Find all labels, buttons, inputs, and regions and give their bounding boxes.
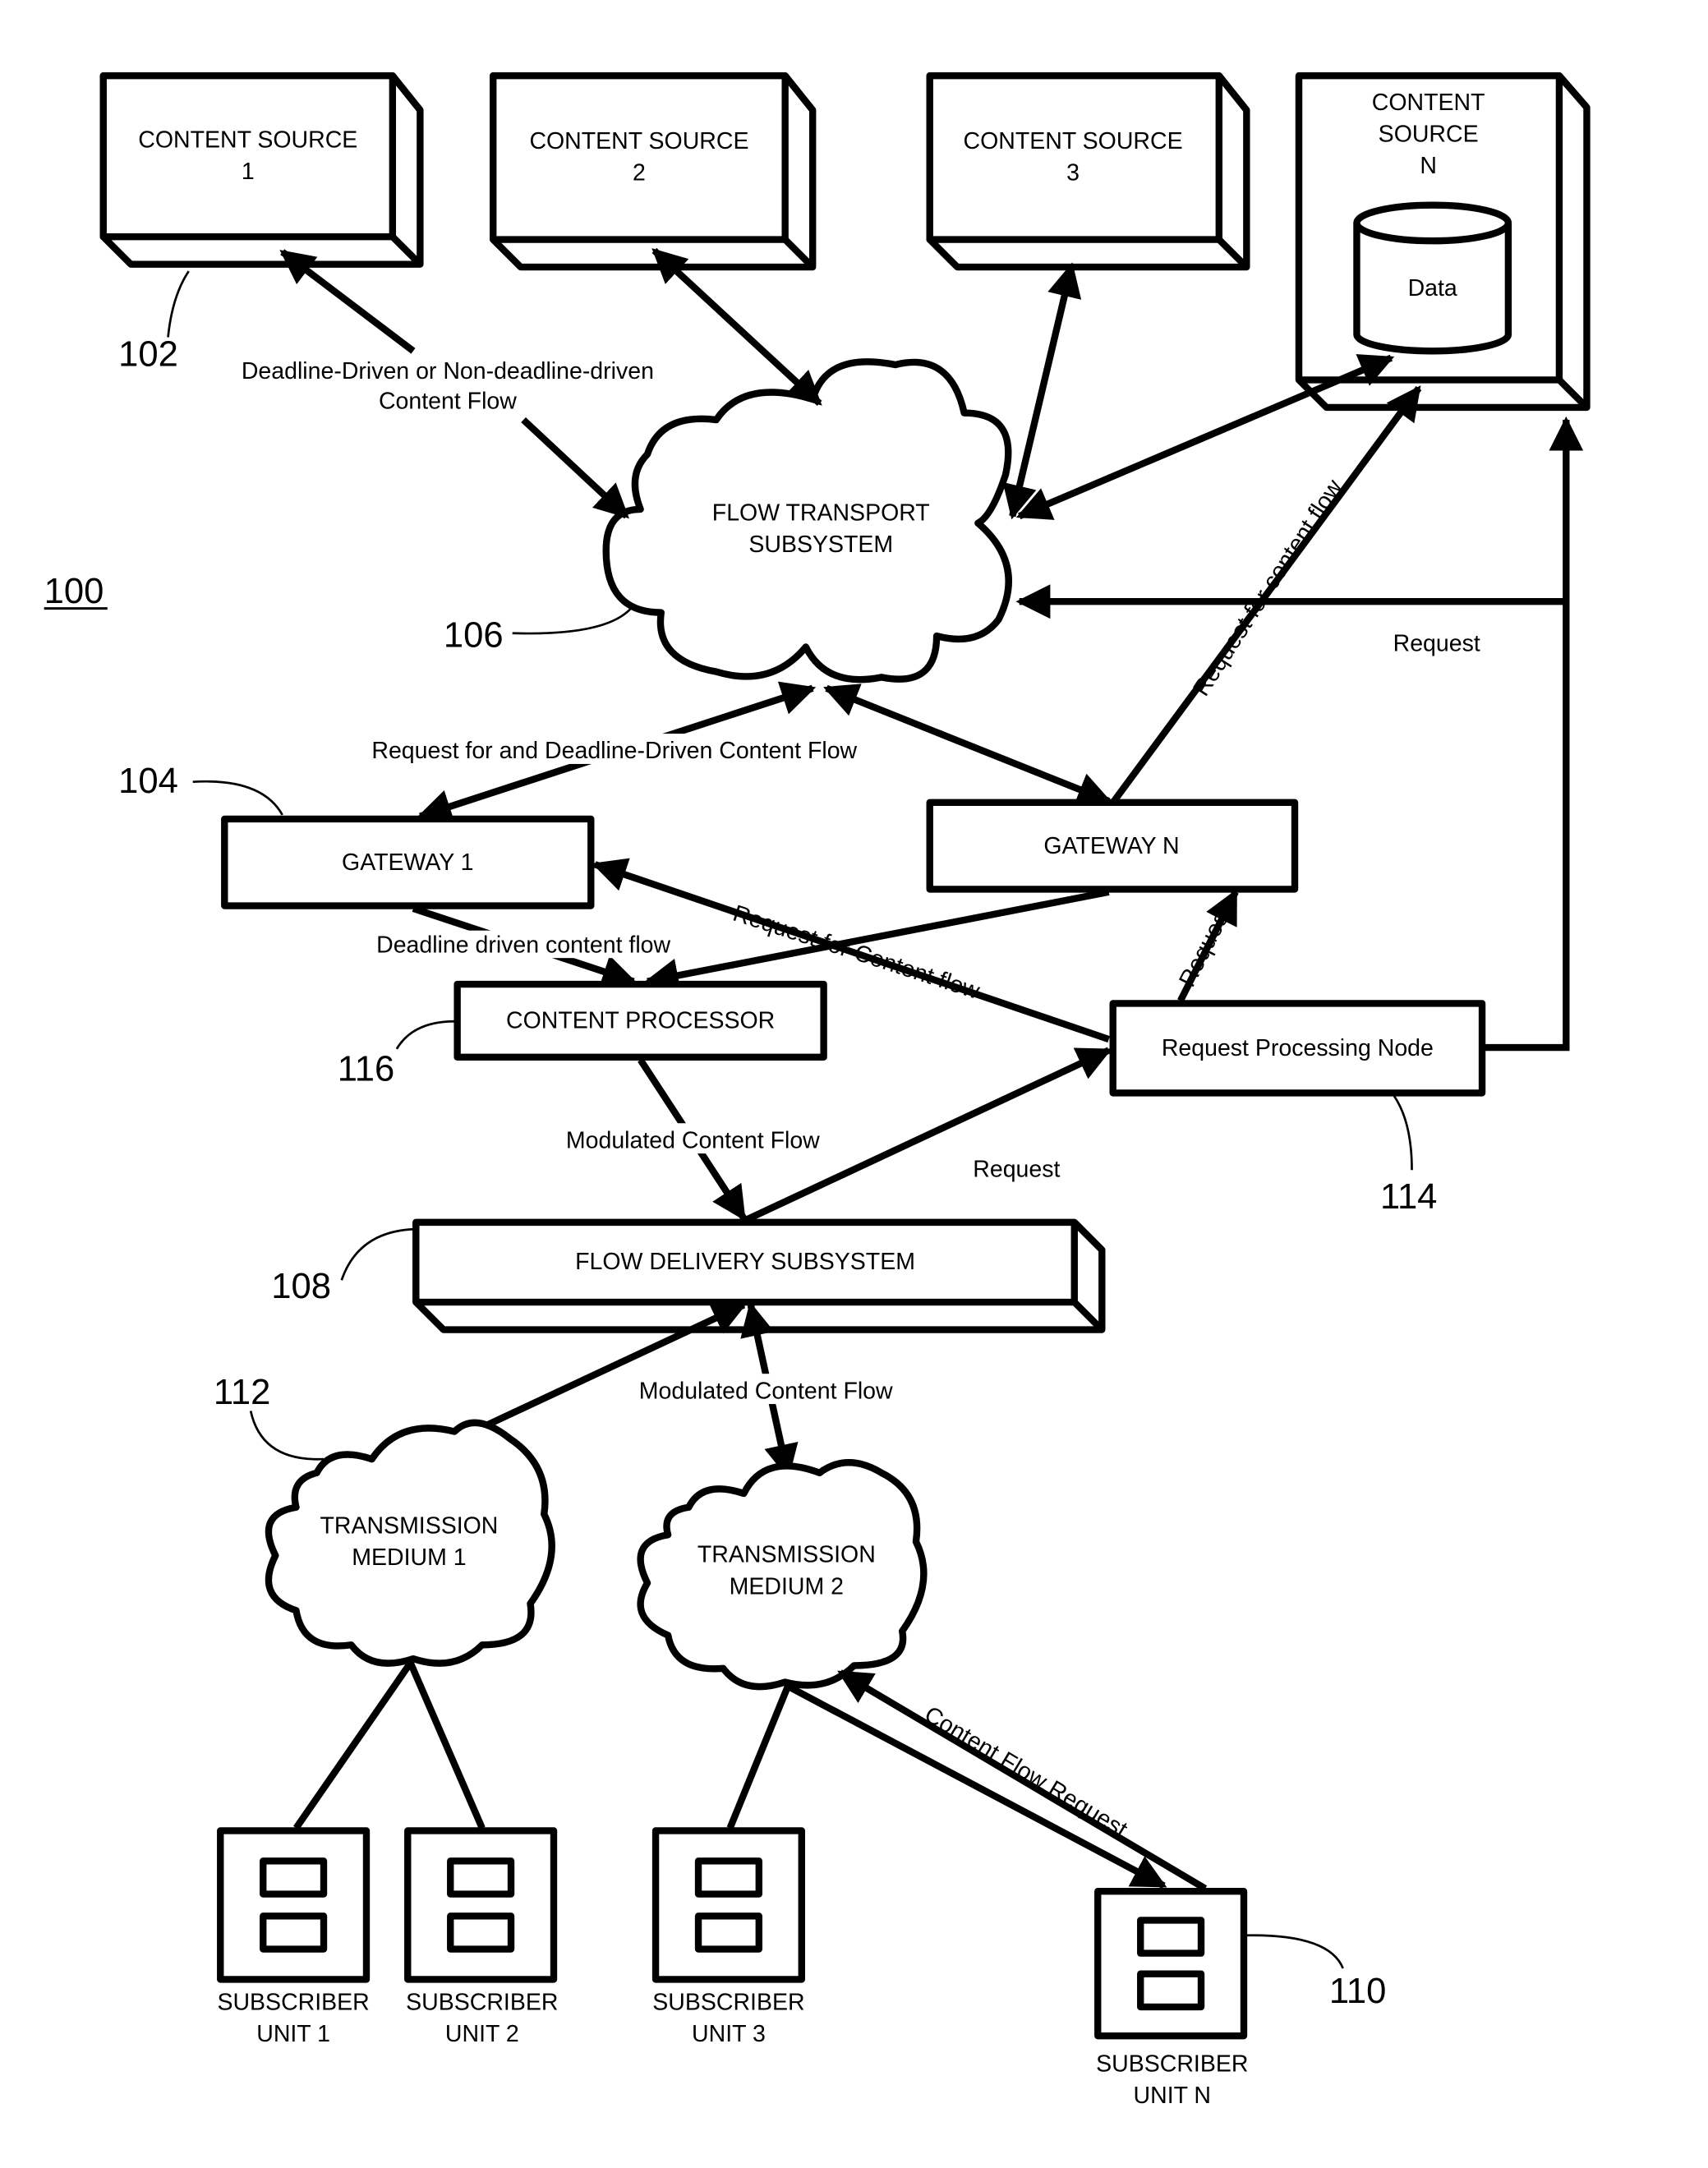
subscriber-2-unit: UNIT 2 — [445, 2021, 519, 2047]
ref-116: 116 — [338, 1049, 394, 1089]
flow-delivery-subsystem[interactable]: FLOW DELIVERY SUBSYSTEM — [412, 1218, 1106, 1333]
arrow-tm2-sun — [786, 1682, 1167, 1890]
ref-110: 110 — [1329, 1972, 1386, 2011]
transmission-medium-2[interactable]: TRANSMISSION MEDIUM 2 — [637, 1459, 928, 1691]
link-tm1-su2 — [407, 1661, 486, 1830]
content-source-1[interactable]: CONTENT SOURCE 1 — [99, 71, 424, 268]
flow-transport-subsystem[interactable]: FLOW TRANSPORT SUBSYSTEM — [602, 358, 1012, 684]
label-deadline-flow-2: Content Flow — [379, 389, 517, 415]
label-deadline-flow-1: Deadline-Driven or Non-deadline-driven — [242, 358, 654, 384]
subscriber-3-title: SUBSCRIBER — [652, 1989, 804, 2015]
label-request-and-deadline: Request for and Deadline-Driven Content … — [371, 738, 857, 764]
transmission-2-title-2: MEDIUM 2 — [730, 1573, 844, 1600]
gateway-n[interactable]: GATEWAY N — [926, 799, 1299, 893]
subscriber-2-title: SUBSCRIBER — [406, 1989, 558, 2015]
content-source-n[interactable]: CONTENT SOURCE N Data — [1295, 71, 1591, 412]
label-modulated-1: Modulated Content Flow — [566, 1127, 820, 1153]
ref-112: 112 — [214, 1373, 270, 1412]
content-source-n-title-2: SOURCE — [1379, 122, 1479, 148]
label-deadline-driven-cf: Deadline driven content flow — [376, 932, 670, 958]
content-source-2-number: 2 — [633, 160, 646, 186]
flow-transport-title-1: FLOW TRANSPORT — [712, 499, 930, 526]
subscriber-3-unit: UNIT 3 — [692, 2021, 766, 2047]
label-request-right: Request — [1393, 631, 1480, 657]
subscriber-unit-2[interactable]: SUBSCRIBER UNIT 2 — [404, 1827, 558, 2047]
subscriber-1-title: SUBSCRIBER — [217, 1989, 369, 2015]
ref-108: 108 — [271, 1267, 331, 1306]
arrow-cs1-cloud — [521, 417, 629, 519]
subscriber-1-unit: UNIT 1 — [256, 2021, 330, 2047]
request-node-label: Request Processing Node — [1162, 1035, 1434, 1061]
transmission-1-title-2: MEDIUM 1 — [352, 1544, 466, 1571]
subscriber-unit-n[interactable]: SUBSCRIBER UNIT N — [1094, 1888, 1248, 2109]
gateway-1-label: GATEWAY 1 — [342, 849, 473, 876]
transmission-1-title-1: TRANSMISSION — [320, 1513, 499, 1540]
subscriber-n-title: SUBSCRIBER — [1096, 2051, 1248, 2078]
transmission-2-title-1: TRANSMISSION — [697, 1542, 876, 1568]
arrow-cs2-cloud — [651, 247, 822, 407]
database-label: Data — [1408, 275, 1457, 301]
arrow-rpn-csn — [1480, 416, 1584, 1052]
content-source-n-title-1: CONTENT — [1372, 90, 1485, 116]
link-tm1-su1 — [293, 1660, 414, 1830]
ref-102: 102 — [118, 335, 178, 375]
content-source-1-title: CONTENT SOURCE — [138, 127, 357, 153]
arrow-cs3-cloud — [1002, 262, 1082, 520]
system-diagram: 100 CONTENT SOURCE 1 102 CONTENT SOURCE … — [44, 71, 1591, 2109]
content-source-1-number: 1 — [242, 159, 255, 185]
subscriber-n-unit: UNIT N — [1134, 2083, 1211, 2109]
flow-delivery-label: FLOW DELIVERY SUBSYSTEM — [575, 1249, 915, 1275]
label-modulated-2: Modulated Content Flow — [639, 1378, 893, 1404]
content-source-2[interactable]: CONTENT SOURCE 2 — [490, 71, 817, 271]
flow-transport-title-2: SUBSYSTEM — [748, 532, 893, 558]
link-tm2-su3 — [726, 1684, 791, 1830]
request-processing-node[interactable]: Request Processing Node — [1109, 1000, 1486, 1097]
content-source-3-number: 3 — [1066, 160, 1080, 186]
subscriber-unit-3[interactable]: SUBSCRIBER UNIT 3 — [651, 1827, 805, 2047]
content-source-3[interactable]: CONTENT SOURCE 3 — [926, 71, 1250, 271]
content-processor[interactable]: CONTENT PROCESSOR — [453, 980, 827, 1061]
subscriber-unit-1[interactable]: SUBSCRIBER UNIT 1 — [217, 1827, 371, 2047]
label-request-content-flow-csn: Request for content flow — [1188, 475, 1347, 701]
gateway-n-label: GATEWAY N — [1043, 833, 1179, 859]
ref-114: 114 — [1380, 1177, 1437, 1217]
content-processor-label: CONTENT PROCESSOR — [506, 1008, 775, 1034]
content-source-3-title: CONTENT SOURCE — [964, 128, 1183, 154]
gateway-1[interactable]: GATEWAY 1 — [221, 815, 595, 909]
database-icon: Data — [1353, 201, 1512, 355]
figure-number: 100 — [44, 572, 104, 611]
ref-104: 104 — [118, 762, 178, 801]
content-source-n-number: N — [1420, 153, 1437, 179]
label-request-fds: Request — [973, 1157, 1060, 1183]
ref-106: 106 — [444, 616, 504, 656]
figure-reference: 100 — [44, 572, 108, 611]
label-request-gwn: Request — [1174, 901, 1237, 991]
content-source-2-title: CONTENT SOURCE — [529, 128, 748, 154]
